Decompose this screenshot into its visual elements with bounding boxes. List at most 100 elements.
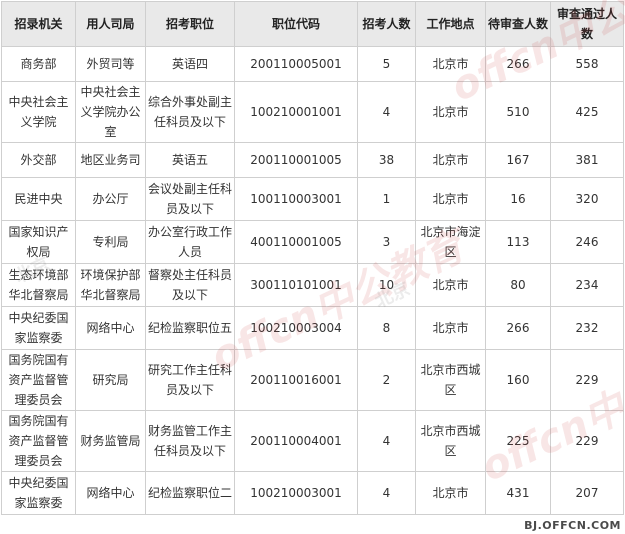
- header-cell: 待审查人数: [485, 1, 551, 47]
- cell-position: 督察处主任科员及以下: [145, 263, 235, 307]
- table-row: 中央社会主义学院 中央社会主义学院办公室 综合外事处副主任科员及以下 10021…: [1, 81, 624, 143]
- cell-pending: 225: [485, 410, 551, 472]
- cell-approved: 425: [550, 81, 624, 143]
- cell-pending: 510: [485, 81, 551, 143]
- cell-position-code: 400110001005: [234, 220, 358, 264]
- cell-quota: 3: [357, 220, 416, 264]
- cell-position-code: 200110016001: [234, 349, 358, 411]
- cell-department: 研究局: [75, 349, 146, 411]
- cell-position-code: 300110101001: [234, 263, 358, 307]
- cell-position: 财务监管工作主任科员及以下: [145, 410, 235, 472]
- header-cell: 职位代码: [234, 1, 358, 47]
- cell-quota: 4: [357, 471, 416, 515]
- cell-position-code: 100210003004: [234, 306, 358, 350]
- cell-pending: 431: [485, 471, 551, 515]
- cell-approved: 229: [550, 410, 624, 472]
- cell-department: 专利局: [75, 220, 146, 264]
- cell-position: 综合外事处副主任科员及以下: [145, 81, 235, 143]
- cell-agency: 民进中央: [1, 177, 76, 221]
- cell-position: 办公室行政工作人员: [145, 220, 235, 264]
- cell-approved: 558: [550, 46, 624, 82]
- header-cell: 用人司局: [75, 1, 146, 47]
- cell-quota: 2: [357, 349, 416, 411]
- cell-approved: 229: [550, 349, 624, 411]
- cell-position-code: 200110005001: [234, 46, 358, 82]
- cell-agency: 外交部: [1, 142, 76, 178]
- cell-location: 北京市海淀区: [415, 220, 486, 264]
- cell-department: 办公厅: [75, 177, 146, 221]
- header-cell: 招考职位: [145, 1, 235, 47]
- cell-approved: 320: [550, 177, 624, 221]
- cell-department: 网络中心: [75, 306, 146, 350]
- cell-location: 北京市: [415, 471, 486, 515]
- cell-position: 英语四: [145, 46, 235, 82]
- cell-pending: 113: [485, 220, 551, 264]
- source-url: BJ.OFFCN.COM: [524, 519, 621, 532]
- cell-department: 外贸司等: [75, 46, 146, 82]
- header-cell: 招录机关: [1, 1, 76, 47]
- cell-approved: 207: [550, 471, 624, 515]
- cell-approved: 232: [550, 306, 624, 350]
- cell-location: 北京市: [415, 177, 486, 221]
- cell-quota: 4: [357, 410, 416, 472]
- cell-location: 北京市: [415, 306, 486, 350]
- cell-approved: 234: [550, 263, 624, 307]
- header-row: 招录机关 用人司局 招考职位 职位代码 招考人数 工作地点 待审查人数 审查通过…: [1, 1, 624, 47]
- cell-position-code: 200110001005: [234, 142, 358, 178]
- cell-quota: 8: [357, 306, 416, 350]
- header-cell: 审查通过人数: [550, 1, 624, 47]
- table-row: 中央纪委国家监察委 网络中心 纪检监察职位五 100210003004 8 北京…: [1, 306, 624, 350]
- cell-pending: 80: [485, 263, 551, 307]
- table-row: 外交部 地区业务司 英语五 200110001005 38 北京市 167 38…: [1, 142, 624, 178]
- cell-location: 北京市: [415, 263, 486, 307]
- cell-agency: 生态环境部华北督察局: [1, 263, 76, 307]
- cell-agency: 国家知识产权局: [1, 220, 76, 264]
- cell-quota: 4: [357, 81, 416, 143]
- cell-location: 北京市: [415, 46, 486, 82]
- cell-location: 北京市西城区: [415, 349, 486, 411]
- cell-department: 中央社会主义学院办公室: [75, 81, 146, 143]
- table-row: 中央纪委国家监察委 网络中心 纪检监察职位二 100210003001 4 北京…: [1, 471, 624, 515]
- cell-agency: 国务院国有资产监督管理委员会: [1, 410, 76, 472]
- cell-agency: 中央社会主义学院: [1, 81, 76, 143]
- cell-location: 北京市: [415, 142, 486, 178]
- header-cell: 招考人数: [357, 1, 416, 47]
- cell-position-code: 100210001001: [234, 81, 358, 143]
- cell-location: 北京市: [415, 81, 486, 143]
- header-cell: 工作地点: [415, 1, 486, 47]
- cell-quota: 10: [357, 263, 416, 307]
- cell-location: 北京市西城区: [415, 410, 486, 472]
- cell-quota: 1: [357, 177, 416, 221]
- cell-position: 会议处副主任科员及以下: [145, 177, 235, 221]
- table-row: 国家知识产权局 专利局 办公室行政工作人员 400110001005 3 北京市…: [1, 220, 624, 264]
- cell-approved: 381: [550, 142, 624, 178]
- cell-position: 研究工作主任科员及以下: [145, 349, 235, 411]
- table-row: 国务院国有资产监督管理委员会 研究局 研究工作主任科员及以下 200110016…: [1, 349, 624, 411]
- table-row: 商务部 外贸司等 英语四 200110005001 5 北京市 266 558: [1, 46, 624, 82]
- table-row: 生态环境部华北督察局 环境保护部华北督察局 督察处主任科员及以下 3001101…: [1, 263, 624, 307]
- cell-agency: 国务院国有资产监督管理委员会: [1, 349, 76, 411]
- cell-pending: 16: [485, 177, 551, 221]
- table-row: 民进中央 办公厅 会议处副主任科员及以下 100110003001 1 北京市 …: [1, 177, 624, 221]
- cell-quota: 38: [357, 142, 416, 178]
- cell-position: 英语五: [145, 142, 235, 178]
- cell-pending: 167: [485, 142, 551, 178]
- table-row: 国务院国有资产监督管理委员会 财务监管局 财务监管工作主任科员及以下 20011…: [1, 410, 624, 472]
- cell-agency: 中央纪委国家监察委: [1, 471, 76, 515]
- cell-department: 环境保护部华北督察局: [75, 263, 146, 307]
- cell-pending: 160: [485, 349, 551, 411]
- cell-position: 纪检监察职位五: [145, 306, 235, 350]
- cell-position-code: 100110003001: [234, 177, 358, 221]
- cell-department: 财务监管局: [75, 410, 146, 472]
- cell-position-code: 200110004001: [234, 410, 358, 472]
- cell-position-code: 100210003001: [234, 471, 358, 515]
- cell-department: 地区业务司: [75, 142, 146, 178]
- cell-agency: 中央纪委国家监察委: [1, 306, 76, 350]
- cell-position: 纪检监察职位二: [145, 471, 235, 515]
- cell-agency: 商务部: [1, 46, 76, 82]
- cell-quota: 5: [357, 46, 416, 82]
- cell-approved: 246: [550, 220, 624, 264]
- cell-pending: 266: [485, 46, 551, 82]
- cell-pending: 266: [485, 306, 551, 350]
- cell-department: 网络中心: [75, 471, 146, 515]
